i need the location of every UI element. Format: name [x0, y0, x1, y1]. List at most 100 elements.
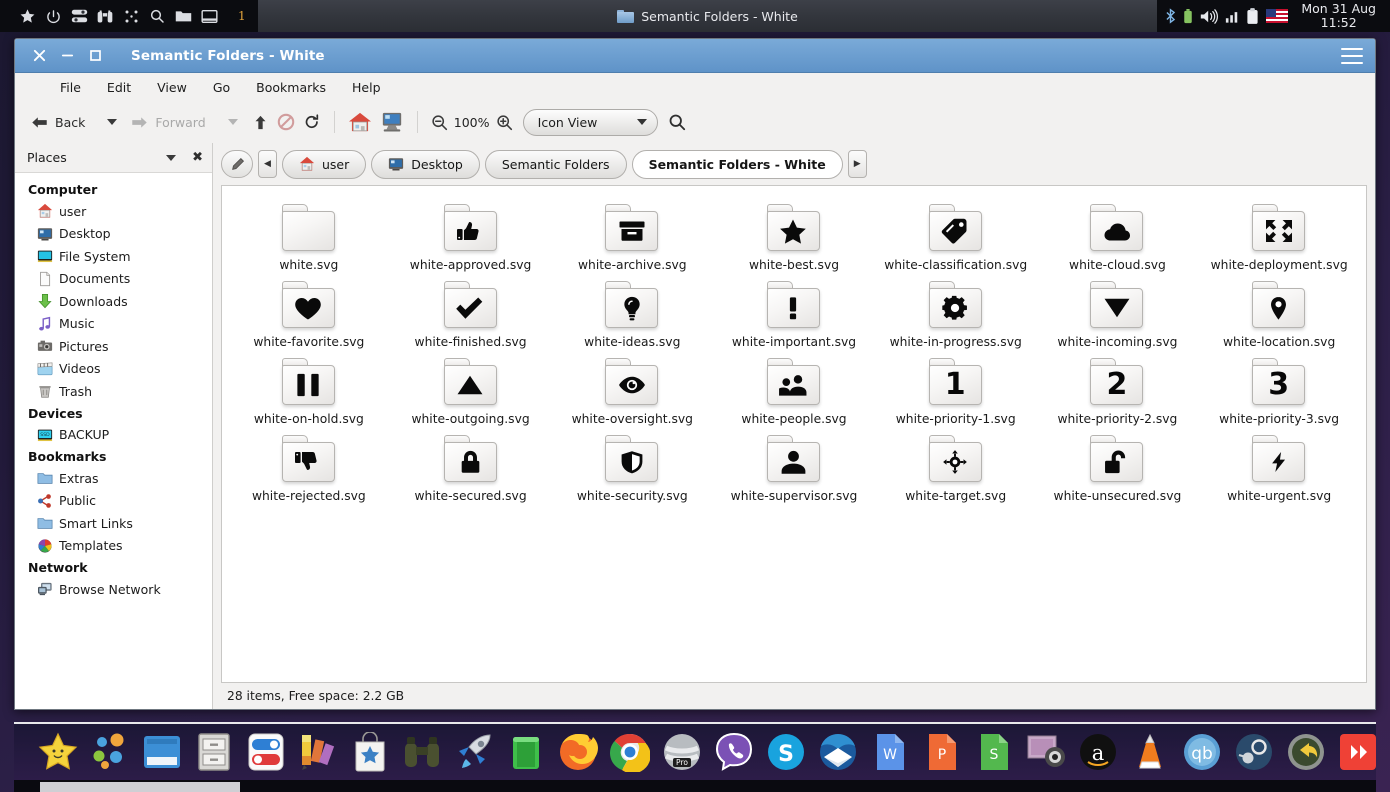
menu-edit[interactable]: Edit: [94, 76, 144, 99]
dock-item-vlc[interactable]: [1128, 730, 1172, 774]
menu-file[interactable]: File: [47, 76, 94, 99]
sidebar-item-backup[interactable]: SSD BACKUP: [15, 424, 212, 447]
dock-item-undo-backup[interactable]: [1284, 730, 1328, 774]
file-item[interactable]: white-people.svg: [713, 354, 875, 427]
home-icon[interactable]: [344, 107, 376, 137]
file-item[interactable]: white-favorite.svg: [228, 277, 390, 350]
sidebar-item-smart-links[interactable]: Smart Links: [15, 512, 212, 535]
dock-item-calc[interactable]: S: [972, 730, 1016, 774]
file-item[interactable]: white-deployment.svg: [1198, 200, 1360, 273]
file-item[interactable]: white-oversight.svg: [551, 354, 713, 427]
sidebar-item-trash[interactable]: Trash: [15, 380, 212, 403]
breadcrumb-user[interactable]: user: [282, 149, 367, 179]
chevron-left-icon[interactable]: ◀: [258, 150, 277, 178]
dock-item-terminal-green[interactable]: [504, 730, 548, 774]
battery-icon[interactable]: [1183, 8, 1193, 24]
search-icon[interactable]: [664, 107, 690, 137]
file-item[interactable]: white-target.svg: [875, 431, 1037, 504]
dock-item-color-palette[interactable]: [296, 730, 340, 774]
folder-icon[interactable]: [170, 0, 196, 32]
search-icon[interactable]: [144, 0, 170, 32]
signal-icon[interactable]: [1225, 10, 1239, 23]
file-item[interactable]: white-outgoing.svg: [390, 354, 552, 427]
menu-go[interactable]: Go: [200, 76, 243, 99]
file-item[interactable]: white-supervisor.svg: [713, 431, 875, 504]
dock-item-skype[interactable]: S: [764, 730, 808, 774]
breadcrumb-current[interactable]: Semantic Folders - White: [631, 149, 843, 179]
dock-item-binoculars[interactable]: [400, 730, 444, 774]
dock-item-file-browser[interactable]: [140, 730, 184, 774]
sidebar-item-documents[interactable]: Documents: [15, 268, 212, 291]
dock-item-viber[interactable]: [712, 730, 756, 774]
menu-help[interactable]: Help: [339, 76, 394, 99]
power-icon[interactable]: [40, 0, 66, 32]
file-item[interactable]: white-incoming.svg: [1037, 277, 1199, 350]
sidebar-item-browse-network[interactable]: Browse Network: [15, 578, 212, 601]
zoom-in-icon[interactable]: [492, 107, 517, 137]
workspace-number[interactable]: 1: [228, 0, 258, 32]
icon-view[interactable]: white.svg white-approved.svg white-archive…: [221, 185, 1367, 683]
active-window-button[interactable]: Semantic Folders - White: [258, 0, 1158, 32]
file-item[interactable]: white-security.svg: [551, 431, 713, 504]
dock-item-writer[interactable]: W: [868, 730, 912, 774]
back-dropdown-icon[interactable]: [107, 119, 118, 125]
chevron-right-icon[interactable]: ▶: [847, 150, 867, 178]
dock-item-firefox[interactable]: [556, 730, 600, 774]
sidebar-item-extras[interactable]: Extras: [15, 467, 212, 490]
file-item[interactable]: white-classification.svg: [875, 200, 1037, 273]
sidebar-item-music[interactable]: Music: [15, 313, 212, 336]
close-icon[interactable]: [25, 43, 53, 69]
file-item[interactable]: 1 white-priority-1.svg: [875, 354, 1037, 427]
forward-button[interactable]: Forward: [127, 107, 217, 137]
dock-item-screenshot[interactable]: [1024, 730, 1068, 774]
dock-item-steam[interactable]: [1232, 730, 1276, 774]
file-item[interactable]: white-secured.svg: [390, 431, 552, 504]
chevron-down-icon[interactable]: [166, 154, 177, 161]
sidebar-item-user[interactable]: user: [15, 200, 212, 223]
view-mode-select[interactable]: Icon View: [522, 108, 658, 136]
grid-dots-icon[interactable]: [118, 0, 144, 32]
file-item[interactable]: white-in-progress.svg: [875, 277, 1037, 350]
dock-item-pro-app[interactable]: Pro: [660, 730, 704, 774]
sidebar-item-templates[interactable]: Templates: [15, 535, 212, 558]
file-item[interactable]: white-finished.svg: [390, 277, 552, 350]
zoom-out-icon[interactable]: [427, 107, 452, 137]
volume-icon[interactable]: [1200, 8, 1219, 24]
file-item[interactable]: white-archive.svg: [551, 200, 713, 273]
close-icon[interactable]: ✖: [192, 150, 203, 165]
menu-view[interactable]: View: [144, 76, 200, 99]
computer-icon[interactable]: [376, 107, 408, 137]
breadcrumb-desktop[interactable]: Desktop: [371, 149, 480, 179]
stop-icon[interactable]: [273, 107, 299, 137]
clock[interactable]: Mon 31 Aug 11:52: [1301, 2, 1380, 30]
bluetooth-icon[interactable]: [1165, 8, 1176, 24]
file-item[interactable]: 2 white-priority-2.svg: [1037, 354, 1199, 427]
sidebar-item-file-system[interactable]: File System: [15, 245, 212, 268]
file-item[interactable]: white-ideas.svg: [551, 277, 713, 350]
dock-item-dots-launcher[interactable]: [88, 730, 132, 774]
menu-hamburger-icon[interactable]: [1341, 47, 1363, 64]
dock-item-anydesk[interactable]: [1336, 730, 1380, 774]
clipboard-icon[interactable]: [1246, 7, 1259, 25]
sidebar-item-pictures[interactable]: Pictures: [15, 335, 212, 358]
dock-item-star-launcher[interactable]: [36, 730, 80, 774]
file-item[interactable]: white-urgent.svg: [1198, 431, 1360, 504]
file-item[interactable]: white-cloud.svg: [1037, 200, 1199, 273]
sidebar-item-videos[interactable]: Videos: [15, 358, 212, 381]
dock-item-software-store[interactable]: [348, 730, 392, 774]
dock-item-impress[interactable]: P: [920, 730, 964, 774]
forward-dropdown-icon[interactable]: [227, 119, 238, 125]
back-button[interactable]: Back: [27, 107, 97, 137]
reload-icon[interactable]: [299, 107, 325, 137]
up-button[interactable]: [248, 107, 273, 137]
window-icon[interactable]: [196, 0, 222, 32]
dock-item-chrome[interactable]: [608, 730, 652, 774]
toggles-icon[interactable]: [66, 0, 92, 32]
sidebar-item-downloads[interactable]: Downloads: [15, 290, 212, 313]
sidebar-item-desktop[interactable]: Desktop: [15, 223, 212, 246]
dock-item-amazon[interactable]: a: [1076, 730, 1120, 774]
file-item[interactable]: white-on-hold.svg: [228, 354, 390, 427]
dock-item-file-cabinet[interactable]: [192, 730, 236, 774]
pencil-icon[interactable]: [221, 150, 253, 178]
maximize-icon[interactable]: [81, 43, 109, 69]
